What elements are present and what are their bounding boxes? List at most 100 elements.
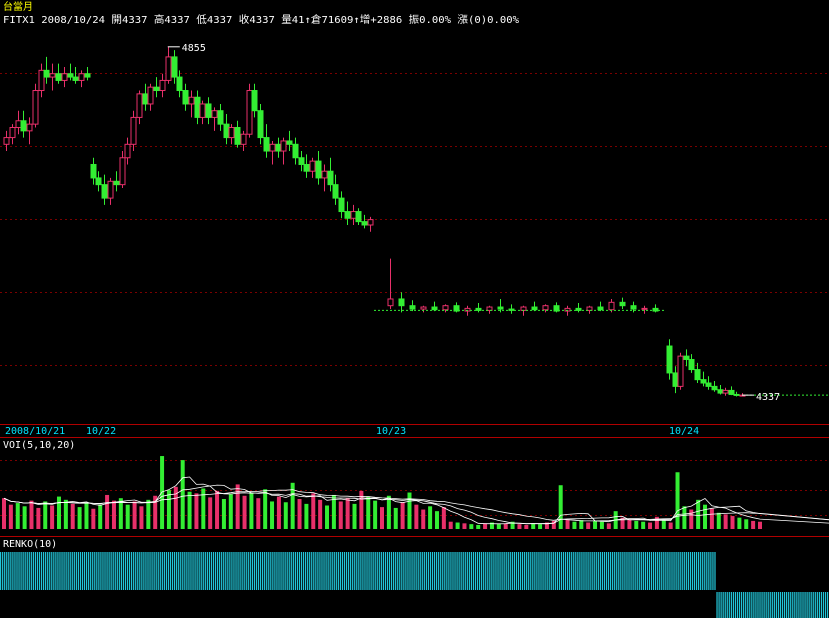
price-candles [3,46,829,397]
renko-brick-up [573,552,575,590]
volume-bar [448,521,453,529]
candle-body [136,93,143,118]
renko-brick-up [139,552,141,590]
renko-brick-up [45,552,47,590]
volume-bar [462,523,467,529]
renko-brick-down [773,592,775,618]
volume-bar [469,524,474,529]
volume-bar [77,507,82,529]
candle-body [217,110,224,125]
candle-body [327,170,334,186]
renko-brick-down [800,592,802,618]
renko-brick-up [280,552,282,590]
renko-brick-up [167,552,170,590]
renko-brick-up [262,552,264,590]
volume-bar [180,460,185,529]
renko-brick-down [777,592,780,618]
renko-brick-up [22,552,24,590]
renko-brick-up [216,552,219,590]
candle-body [113,180,120,186]
volume-bar [8,504,13,529]
renko-brick-up [188,552,190,590]
renko-brick-up [219,552,221,590]
renko-brick-up [192,552,194,590]
renko-brick-up [481,552,483,590]
renko-brick-up [243,552,245,590]
renko-brick-up [163,552,165,590]
renko-brick-up [319,552,321,590]
volume-bar [696,499,701,529]
renko-brick-up [677,552,679,590]
volume-bar [709,508,714,529]
renko-brick-up [284,552,286,590]
renko-brick-up [128,552,131,590]
renko-brick-up [221,552,223,590]
renko-brick-up [657,552,659,590]
renko-brick-up [276,552,278,590]
renko-brick-down [820,592,823,618]
renko-brick-up [38,552,41,590]
candle-body [67,73,74,78]
volume-bar [634,520,639,529]
renko-brick-up [542,552,544,590]
renko-brick-up [241,552,243,590]
renko-brick-up [499,552,501,590]
renko-bars [0,552,829,618]
renko-brick-up [210,552,213,590]
renko-brick-up [489,552,491,590]
renko-brick-up [51,552,53,590]
renko-brick-up [700,552,702,590]
volume-bar [606,523,611,529]
renko-brick-up [630,552,632,590]
renko-brick-up [124,552,127,590]
renko-brick-up [423,552,425,590]
renko-brick-up [212,552,215,590]
renko-brick-up [675,552,677,590]
renko-brick-up [94,552,96,590]
candle-body [694,369,701,381]
candle-body [722,389,729,394]
renko-brick-up [214,552,217,590]
volume-bar [414,504,419,529]
candle-body [3,137,10,145]
candle-body [153,86,160,92]
volume-bar [318,499,323,529]
renko-brick-up [652,552,655,590]
candle-body [78,73,85,81]
renko-brick-up [388,552,391,590]
renko-brick-up [431,552,434,590]
candle-body [280,140,287,152]
renko-brick-up [458,552,460,590]
volume-bar [586,522,591,529]
price-grid [0,73,829,366]
renko-brick-up [546,552,548,590]
renko-brick-up [393,552,395,590]
renko-brick-up [544,552,546,590]
renko-brick-up [593,552,595,590]
renko-brick-down [779,592,782,618]
renko-brick-up [505,552,507,590]
volume-bar [373,500,378,529]
volume-bar [56,496,61,529]
renko-brick-up [491,552,493,590]
renko-brick-up [315,552,317,590]
volume-bar [572,521,577,529]
candle-body [95,177,102,186]
renko-brick-up [693,552,696,590]
date-label-10-23: 10/23 [376,426,406,437]
renko-brick-up [446,552,448,590]
renko-brick-up [360,552,362,590]
renko-brick-up [73,552,75,590]
volume-bar [538,524,543,529]
volume-bar [297,499,302,529]
renko-brick-up [106,552,108,590]
renko-brick-up [194,552,196,590]
candle-body [165,56,172,81]
price-annotations: 4855 4337 [167,43,780,403]
renko-brick-up [83,552,86,590]
candle-body [43,69,50,78]
renko-brick-down [751,592,753,618]
volume-bar [2,498,6,529]
renko-brick-up [429,552,432,590]
renko-brick-up [71,552,73,590]
